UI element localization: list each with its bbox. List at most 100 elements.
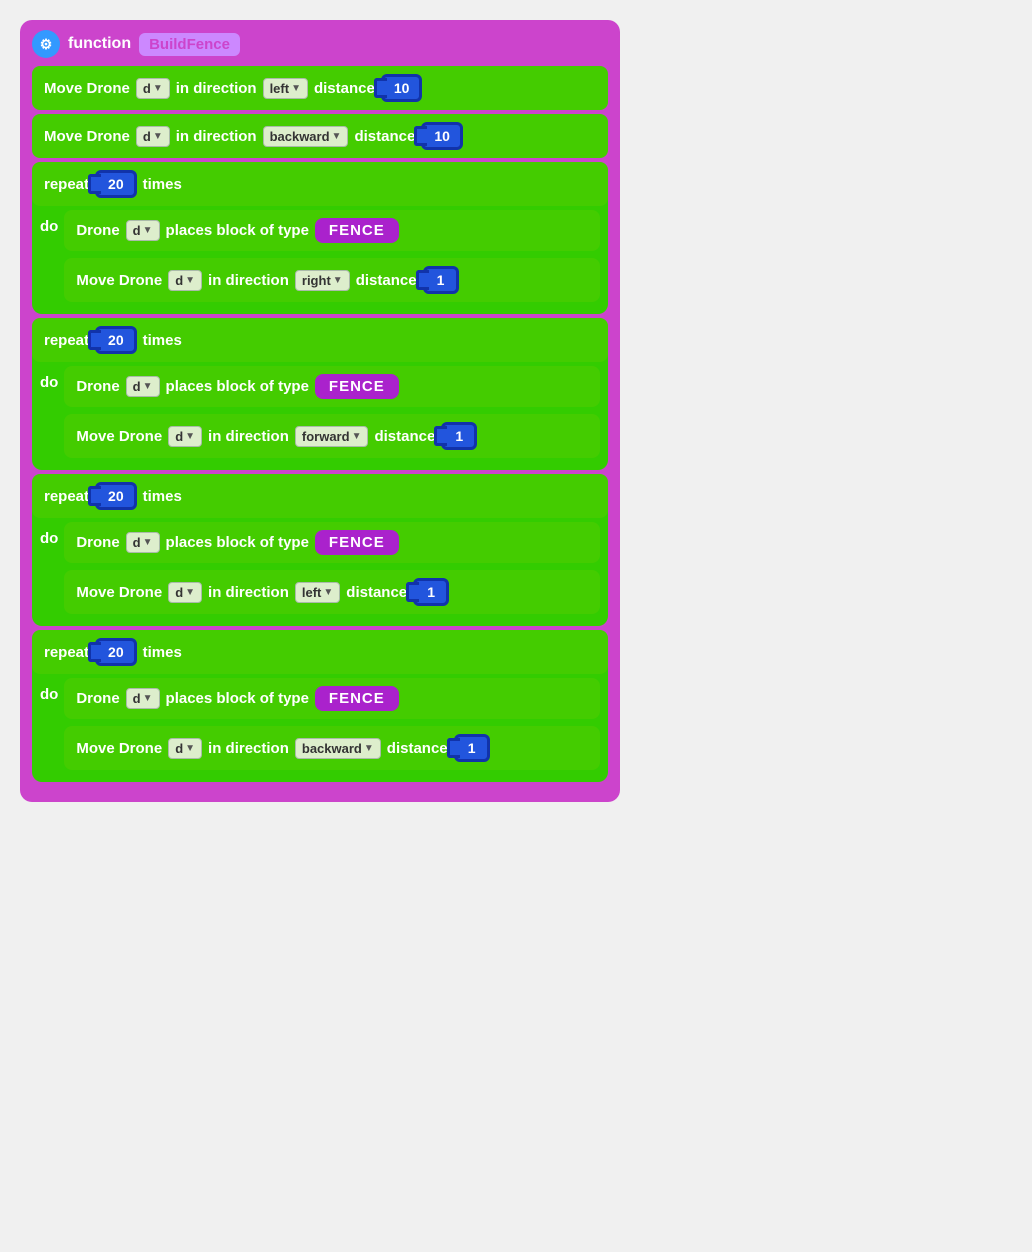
times-label-4: times: [143, 644, 182, 661]
repeat-do-area-2: do Drone d ▼ places block of type FENCE: [32, 362, 608, 470]
chevron-down-icon: ▼: [185, 275, 195, 286]
fence-badge-1: FENCE: [315, 218, 399, 243]
drone-dropdown-f4[interactable]: d ▼: [126, 688, 160, 709]
fence-block-4: Drone d ▼ places block of type FENCE: [64, 678, 600, 719]
drone-dropdown-2[interactable]: d ▼: [136, 126, 170, 147]
drone-label-f3: Drone: [76, 534, 119, 551]
chevron-down-icon: ▼: [185, 587, 195, 598]
drone-dropdown-1[interactable]: d ▼: [136, 78, 170, 99]
fence-badge-3: FENCE: [315, 530, 399, 555]
do-row-1: do Drone d ▼ places block of type FENCE: [40, 210, 600, 306]
drone-dropdown-f2[interactable]: d ▼: [126, 376, 160, 397]
in-dir-label-r3: in direction: [208, 584, 289, 601]
chevron-down-icon: ▼: [185, 743, 195, 754]
move-block-r3: Move Drone d ▼ in direction left ▼ dista…: [64, 570, 600, 614]
repeat-count-1[interactable]: 20: [95, 170, 137, 198]
do-blocks-1: Drone d ▼ places block of type FENCE Mov…: [64, 210, 600, 306]
in-dir-label-r4: in direction: [208, 740, 289, 757]
function-header: ⚙ function BuildFence: [32, 30, 608, 58]
fence-block-2: Drone d ▼ places block of type FENCE: [64, 366, 600, 407]
move-label-1: Move Drone: [44, 80, 130, 97]
places-block-label-4: places block of type: [166, 690, 309, 707]
repeat-block-2: repeat 20 times do Drone d ▼ places b: [32, 318, 608, 470]
do-blocks-2: Drone d ▼ places block of type FENCE Mov…: [64, 366, 600, 462]
places-block-label-3: places block of type: [166, 534, 309, 551]
do-blocks-3: Drone d ▼ places block of type FENCE Mov…: [64, 522, 600, 618]
function-name[interactable]: BuildFence: [139, 33, 240, 56]
move-block-r1: Move Drone d ▼ in direction right ▼ dist…: [64, 258, 600, 302]
repeat-count-3[interactable]: 20: [95, 482, 137, 510]
repeat-count-2[interactable]: 20: [95, 326, 137, 354]
repeat-label-1: repeat: [44, 176, 89, 193]
dir-dropdown-r2[interactable]: forward ▼: [295, 426, 369, 447]
dist-label-r1: distance: [356, 272, 417, 289]
dist-input-r4[interactable]: 1: [454, 734, 490, 762]
repeat-block-4: repeat 20 times do Drone d ▼ places b: [32, 630, 608, 782]
do-row-3: do Drone d ▼ places block of type FENCE: [40, 522, 600, 618]
repeat-do-area-3: do Drone d ▼ places block of type FENCE: [32, 518, 608, 626]
repeat-block-1: repeat 20 times do Drone d ▼: [32, 162, 608, 314]
dir-dropdown-r3[interactable]: left ▼: [295, 582, 340, 603]
direction-dropdown-2[interactable]: backward ▼: [263, 126, 349, 147]
chevron-down-icon: ▼: [185, 431, 195, 442]
function-keyword: function: [68, 35, 131, 53]
drone-dropdown-r1[interactable]: d ▼: [168, 270, 202, 291]
fence-block-3: Drone d ▼ places block of type FENCE: [64, 522, 600, 563]
dist-input-r3[interactable]: 1: [413, 578, 449, 606]
chevron-down-icon: ▼: [143, 693, 153, 704]
dir-dropdown-r4[interactable]: backward ▼: [295, 738, 381, 759]
do-label-2: do: [40, 366, 58, 391]
in-direction-label-1: in direction: [176, 80, 257, 97]
chevron-down-icon: ▼: [352, 431, 362, 442]
drone-dropdown-f1[interactable]: d ▼: [126, 220, 160, 241]
move-label-r2: Move Drone: [76, 428, 162, 445]
do-row-2: do Drone d ▼ places block of type FENCE: [40, 366, 600, 462]
direction-dropdown-1[interactable]: left ▼: [263, 78, 308, 99]
do-blocks-4: Drone d ▼ places block of type FENCE Mov…: [64, 678, 600, 774]
dist-label-r4: distance: [387, 740, 448, 757]
drone-dropdown-f3[interactable]: d ▼: [126, 532, 160, 553]
drone-dropdown-r3[interactable]: d ▼: [168, 582, 202, 603]
chevron-down-icon: ▼: [143, 225, 153, 236]
distance-input-1[interactable]: 10: [381, 74, 423, 102]
move-label-r1: Move Drone: [76, 272, 162, 289]
drone-dropdown-r2[interactable]: d ▼: [168, 426, 202, 447]
move-label-r4: Move Drone: [76, 740, 162, 757]
move-block-r2: Move Drone d ▼ in direction forward ▼ di…: [64, 414, 600, 458]
dist-input-r1[interactable]: 1: [423, 266, 459, 294]
in-direction-label-2: in direction: [176, 128, 257, 145]
move-drone-block-2: Move Drone d ▼ in direction backward ▼ d…: [32, 114, 608, 158]
workspace: ⚙ function BuildFence Move Drone d ▼ in …: [20, 20, 620, 802]
repeat-do-area-1: do Drone d ▼ places block of type FENCE: [32, 206, 608, 314]
move-block-r4: Move Drone d ▼ in direction backward ▼ d…: [64, 726, 600, 770]
places-block-label-1: places block of type: [166, 222, 309, 239]
chevron-down-icon: ▼: [153, 131, 163, 142]
repeat-label-3: repeat: [44, 488, 89, 505]
do-label-1: do: [40, 210, 58, 235]
repeat-count-4[interactable]: 20: [95, 638, 137, 666]
dist-input-r2[interactable]: 1: [441, 422, 477, 450]
do-label-3: do: [40, 522, 58, 547]
chevron-down-icon: ▼: [143, 537, 153, 548]
places-block-label-2: places block of type: [166, 378, 309, 395]
gear-icon: ⚙: [32, 30, 60, 58]
dir-dropdown-r1[interactable]: right ▼: [295, 270, 350, 291]
fence-badge-4: FENCE: [315, 686, 399, 711]
drone-label-f1: Drone: [76, 222, 119, 239]
move-drone-block-1: Move Drone d ▼ in direction left ▼ dista…: [32, 66, 608, 110]
fence-block-1: Drone d ▼ places block of type FENCE: [64, 210, 600, 251]
in-dir-label-r1: in direction: [208, 272, 289, 289]
dist-label-r3: distance: [346, 584, 407, 601]
drone-dropdown-r4[interactable]: d ▼: [168, 738, 202, 759]
repeat-label-2: repeat: [44, 332, 89, 349]
distance-label-1: distance: [314, 80, 375, 97]
fence-badge-2: FENCE: [315, 374, 399, 399]
chevron-down-icon: ▼: [332, 131, 342, 142]
repeat-header-2: repeat 20 times: [32, 318, 608, 362]
move-label-r3: Move Drone: [76, 584, 162, 601]
repeat-header-3: repeat 20 times: [32, 474, 608, 518]
chevron-down-icon: ▼: [291, 83, 301, 94]
do-label-4: do: [40, 678, 58, 703]
in-dir-label-r2: in direction: [208, 428, 289, 445]
distance-input-2[interactable]: 10: [421, 122, 463, 150]
